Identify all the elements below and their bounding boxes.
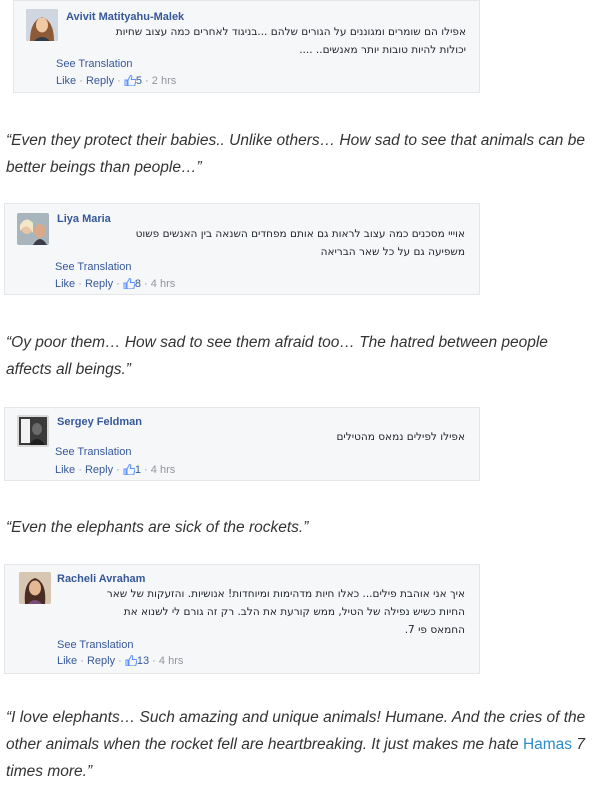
- separator: ·: [115, 655, 125, 667]
- separator: ·: [141, 464, 151, 476]
- comment-line: משפיעה גם על כל שאר הבריאה: [320, 246, 465, 258]
- like-button[interactable]: Like: [55, 278, 75, 290]
- translation-quote: “Oy poor them… How sad to see them afrai…: [6, 334, 548, 378]
- like-button[interactable]: Like: [56, 75, 76, 87]
- comment-author[interactable]: Racheli Avraham: [57, 573, 145, 585]
- timestamp[interactable]: 4 hrs: [151, 464, 175, 476]
- comment-actions: Like · Reply · 1 · 4 hrs: [55, 463, 175, 478]
- comment-card: Sergey Feldman אפילו לפילים נמאס מהטילים…: [4, 407, 480, 481]
- like-button[interactable]: Like: [57, 655, 77, 667]
- reply-button[interactable]: Reply: [85, 464, 113, 476]
- thumbs-up-icon[interactable]: [124, 74, 137, 89]
- comment-actions: Like · Reply · 13 · 4 hrs: [57, 654, 183, 669]
- thumbs-up-icon[interactable]: [125, 654, 138, 669]
- comment-text: איך אני אוהבת פילים... כאלו חיות מדהימות…: [45, 585, 465, 639]
- comment-line: אפילו הם שומרים ומגוננים על הגורים שלהם …: [115, 26, 466, 38]
- separator: ·: [75, 278, 85, 290]
- reply-button[interactable]: Reply: [86, 75, 114, 87]
- comment-author[interactable]: Sergey Feldman: [57, 416, 142, 428]
- thumbs-up-icon[interactable]: [123, 277, 136, 292]
- comment-line: החמאס פי 7.: [404, 624, 465, 636]
- comment-card: Avivit Matityahu-Malek אפילו הם שומרים ו…: [13, 0, 480, 93]
- comment-line: החיות כשיש נפילה של הטיל, ממש קורעת את ה…: [123, 606, 465, 618]
- see-translation-link[interactable]: See Translation: [57, 639, 133, 651]
- comment-text: אפילו הם שומרים ומגוננים על הגורים שלהם …: [66, 23, 466, 59]
- comment-line: יכולות להיות טובות יותר מאנשים.. ....: [299, 44, 466, 56]
- see-translation-link[interactable]: See Translation: [56, 58, 132, 70]
- translation-quote: “I love elephants… Such amazing and uniq…: [6, 704, 596, 785]
- separator: ·: [113, 464, 123, 476]
- comment-author[interactable]: Avivit Matityahu-Malek: [66, 11, 184, 23]
- separator: ·: [142, 75, 152, 87]
- separator: ·: [114, 75, 124, 87]
- timestamp[interactable]: 4 hrs: [159, 655, 183, 667]
- avatar[interactable]: [17, 213, 49, 245]
- hamas-link[interactable]: Hamas: [523, 736, 572, 753]
- like-count[interactable]: 13: [137, 655, 149, 667]
- like-button[interactable]: Like: [55, 464, 75, 476]
- reply-button[interactable]: Reply: [87, 655, 115, 667]
- separator: ·: [76, 75, 86, 87]
- comment-line: איך אני אוהבת פילים... כאלו חיות מדהימות…: [106, 588, 465, 600]
- separator: ·: [149, 655, 159, 667]
- translation-quote: “Even the elephants are sick of the rock…: [6, 519, 309, 536]
- thumbs-up-icon[interactable]: [123, 463, 136, 478]
- timestamp[interactable]: 4 hrs: [151, 278, 175, 290]
- translation-quote: “Even they protect their babies.. Unlike…: [6, 132, 585, 176]
- separator: ·: [75, 464, 85, 476]
- comment-text: אפילו לפילים נמאס מהטילים: [65, 428, 465, 446]
- separator: ·: [141, 278, 151, 290]
- avatar[interactable]: [17, 415, 49, 447]
- comment-actions: Like · Reply · 8 · 4 hrs: [55, 277, 175, 292]
- separator: ·: [113, 278, 123, 290]
- timestamp[interactable]: 2 hrs: [152, 75, 176, 87]
- comment-line: אוייי מסכנים כמה עצוב לראות גם אותם מפחד…: [135, 228, 465, 240]
- comment-author[interactable]: Liya Maria: [57, 213, 111, 225]
- quote-text: “I love elephants… Such amazing and uniq…: [6, 709, 586, 753]
- comment-line: אפילו לפילים נמאס מהטילים: [336, 431, 465, 443]
- reply-button[interactable]: Reply: [85, 278, 113, 290]
- comment-actions: Like · Reply · 5 · 2 hrs: [56, 74, 176, 89]
- see-translation-link[interactable]: See Translation: [55, 446, 131, 458]
- avatar[interactable]: [26, 9, 58, 41]
- comment-card: Liya Maria אוייי מסכנים כמה עצוב לראות ג…: [4, 203, 480, 295]
- comment-text: אוייי מסכנים כמה עצוב לראות גם אותם מפחד…: [55, 225, 465, 261]
- separator: ·: [77, 655, 87, 667]
- see-translation-link[interactable]: See Translation: [55, 261, 131, 273]
- comment-card: Racheli Avraham איך אני אוהבת פילים... כ…: [4, 564, 480, 674]
